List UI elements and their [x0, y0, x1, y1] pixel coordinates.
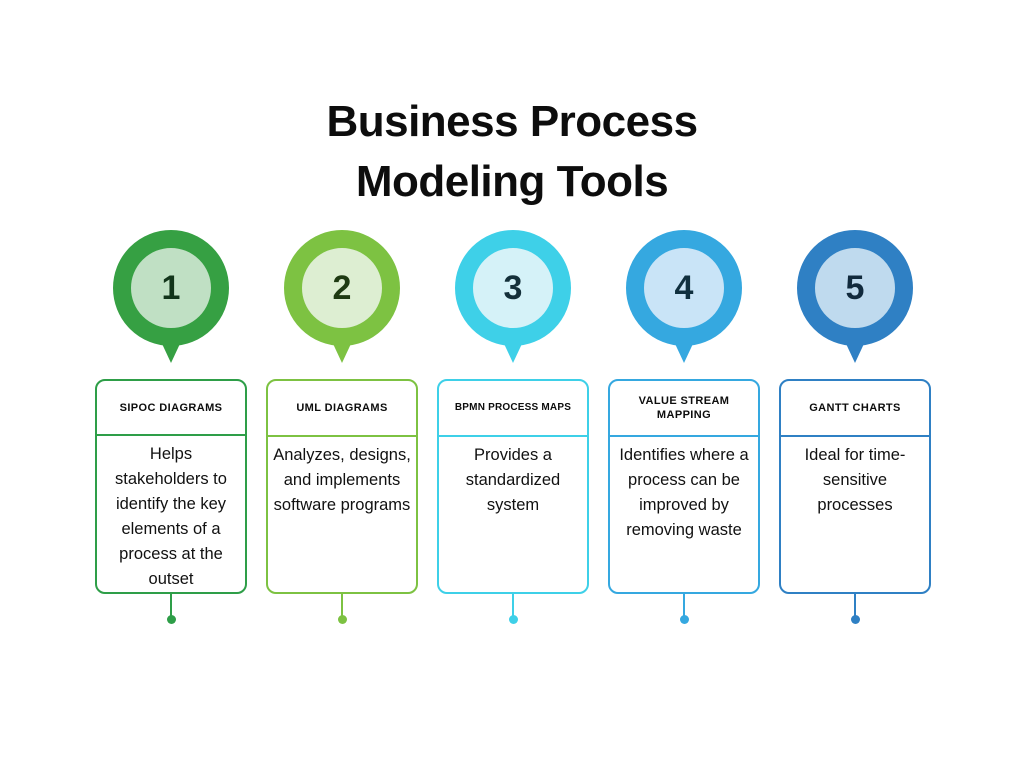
- step-card[interactable]: UML DIAGRAMS Analyzes, designs, and imple…: [266, 379, 418, 594]
- step-column: 1 SIPOC DIAGRAMS Helps stakeholders to ide…: [95, 230, 247, 630]
- step-connector-line: [683, 594, 685, 616]
- step-column: 3 BPMN PROCESS MAPS Provides a standardize…: [437, 230, 589, 630]
- step-card-body: Provides a standardized system: [439, 437, 587, 592]
- step-card-title: SIPOC DIAGRAMS: [119, 401, 223, 414]
- step-number: 1: [161, 269, 181, 307]
- step-pin-tail: [499, 333, 527, 363]
- step-pin: 2: [266, 230, 418, 376]
- step-card-description: Analyzes, designs, and implements softwa…: [273, 446, 411, 514]
- step-connector-dot: [337, 615, 347, 624]
- step-card-body: Ideal for time-sensitive processes: [781, 437, 929, 592]
- step-number: 5: [845, 269, 865, 307]
- step-card[interactable]: SIPOC DIAGRAMS Helps stakeholders to iden…: [95, 379, 247, 594]
- step-pin-tail: [670, 333, 698, 363]
- step-pin-circle: 2: [284, 230, 400, 346]
- step-card-title: GANTT CHARTS: [809, 402, 901, 414]
- step-pin-circle: 5: [797, 230, 913, 346]
- step-connector-line: [341, 594, 343, 616]
- step-card-description: Ideal for time-sensitive processes: [804, 446, 906, 514]
- step-pin-circle: 4: [626, 230, 742, 346]
- step-column: 4 VALUE STREAM MAPPING Identifies where a …: [608, 230, 760, 630]
- step-card-header: GANTT CHARTS: [781, 381, 929, 437]
- step-pin: 3: [437, 230, 589, 376]
- step-number: 3: [503, 269, 523, 307]
- step-card-body: Analyzes, designs, and implements softwa…: [268, 437, 416, 592]
- step-card-body: Helps stakeholders to identify the key e…: [97, 436, 245, 592]
- page-title: Business Process Modeling Tools: [0, 92, 1024, 212]
- step-pin-tail: [328, 333, 356, 363]
- step-card-title: BPMN PROCESS MAPS: [454, 402, 572, 413]
- step-number: 2: [332, 269, 352, 307]
- step-connector: [437, 594, 589, 630]
- step-card-header: UML DIAGRAMS: [268, 381, 416, 437]
- step-card[interactable]: BPMN PROCESS MAPS Provides a standardized…: [437, 379, 589, 594]
- step-card-header: VALUE STREAM MAPPING: [610, 381, 758, 437]
- step-card-header: BPMN PROCESS MAPS: [439, 381, 587, 437]
- step-connector-dot: [850, 615, 860, 624]
- step-pin-circle: 1: [113, 230, 229, 346]
- step-pin: 1: [95, 230, 247, 376]
- step-card-body: Identifies where a process can be improv…: [610, 437, 758, 592]
- step-card-title: UML DIAGRAMS: [296, 402, 388, 414]
- step-card-title: VALUE STREAM MAPPING: [638, 395, 730, 421]
- step-card[interactable]: GANTT CHARTS Ideal for time-sensitive pro…: [779, 379, 931, 594]
- step-pin-circle: 3: [455, 230, 571, 346]
- step-card-description: Provides a standardized system: [465, 446, 561, 514]
- step-pin-tail: [157, 333, 185, 363]
- step-connector-line: [512, 594, 514, 616]
- step-connector-dot: [679, 615, 689, 624]
- step-connector: [608, 594, 760, 630]
- step-connector-dot: [166, 615, 176, 624]
- step-connector-dot: [508, 615, 518, 624]
- step-card-description: Identifies where a process can be improv…: [619, 446, 749, 539]
- page-title-line-1: Business Process: [326, 97, 698, 146]
- steps-container: 1 SIPOC DIAGRAMS Helps stakeholders to ide…: [95, 230, 931, 630]
- step-pin: 4: [608, 230, 760, 376]
- step-card[interactable]: VALUE STREAM MAPPING Identifies where a p…: [608, 379, 760, 594]
- step-card-header: SIPOC DIAGRAMS: [97, 381, 245, 436]
- step-pin: 5: [779, 230, 931, 376]
- step-column: 5 GANTT CHARTS Ideal for time-sensitive pr…: [779, 230, 931, 630]
- step-connector-line: [854, 594, 856, 616]
- step-connector: [266, 594, 418, 630]
- page-title-line-2: Modeling Tools: [355, 157, 669, 206]
- step-pin-tail: [841, 333, 869, 363]
- step-card-description: Helps stakeholders to identify the key e…: [115, 445, 227, 588]
- step-number: 4: [674, 269, 694, 307]
- step-connector: [95, 594, 247, 630]
- step-connector-line: [170, 594, 172, 616]
- step-column: 2 UML DIAGRAMS Analyzes, designs, and impl…: [266, 230, 418, 630]
- step-connector: [779, 594, 931, 630]
